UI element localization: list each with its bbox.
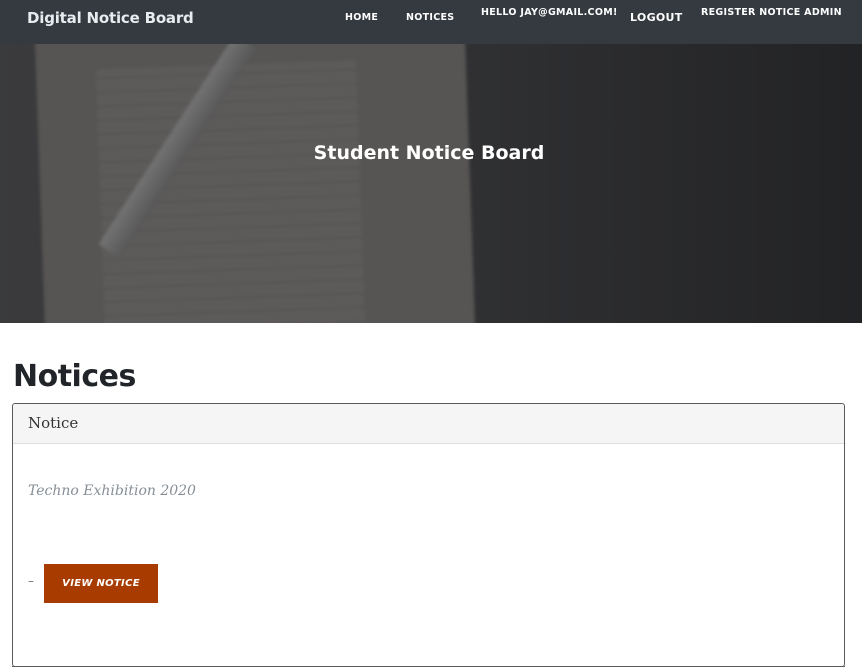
hero-banner: Student Notice Board [0, 44, 862, 323]
nav-logout-link[interactable]: LOGOUT [630, 11, 683, 24]
view-notice-button[interactable]: VIEW NOTICE [44, 564, 158, 603]
page-title: Notices [13, 359, 136, 394]
separator-dash: – [28, 574, 34, 588]
nav-home-link[interactable]: HOME [345, 12, 378, 23]
card-header: Notice [13, 404, 844, 444]
nav-user-greeting[interactable]: HELLO JAY@GMAIL.COM! [481, 7, 618, 18]
notice-title: Techno Exhibition 2020 [28, 483, 196, 499]
next-card-edge [12, 666, 845, 672]
nav-register-admin-link[interactable]: REGISTER NOTICE ADMIN [701, 7, 842, 18]
brand-link[interactable]: Digital Notice Board [27, 9, 194, 27]
notice-card: Notice Techno Exhibition 2020 – VIEW NOT… [12, 403, 845, 667]
card-header-title: Notice [28, 414, 79, 432]
top-navbar: Digital Notice Board HOME NOTICES HELLO … [0, 0, 862, 44]
nav-notices-link[interactable]: NOTICES [406, 12, 454, 23]
hero-title: Student Notice Board [313, 142, 545, 164]
